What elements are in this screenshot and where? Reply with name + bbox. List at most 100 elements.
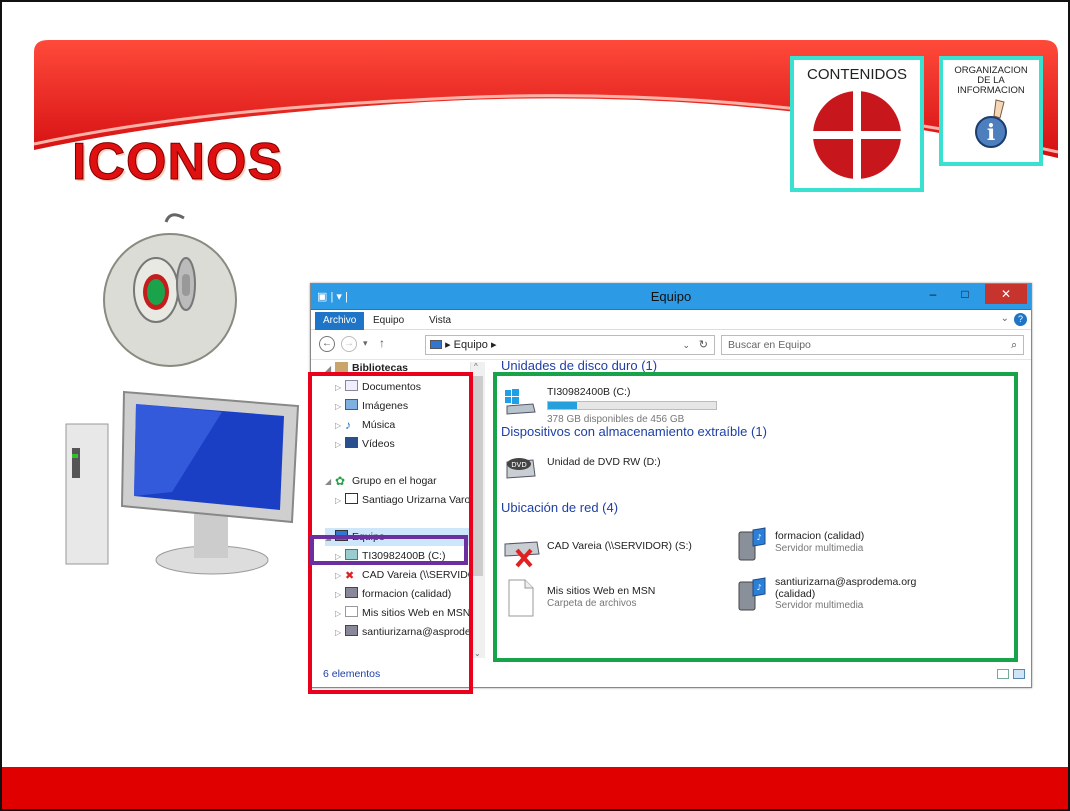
cross-circle-icon: [811, 89, 903, 181]
blank-folder-icon: [508, 579, 534, 617]
address-bar-row: ← → ▾ ↑ ▸ Equipo ▸ ⌄ ↻ Buscar en Equipo …: [311, 330, 1031, 360]
tree-item-santiurizarna[interactable]: ▷santiurizarna@asprodema: [335, 623, 471, 641]
tab-archivo[interactable]: Archivo: [315, 312, 365, 330]
tree-label: santiurizarna@asprodema: [362, 626, 471, 638]
mouse-icon: [103, 213, 237, 367]
mis-sitios-item[interactable]: Mis sitios Web en MSN Carpeta de archivo…: [503, 578, 723, 618]
drive-c-name: TI30982400B (C:): [547, 386, 631, 398]
maximize-button[interactable]: □: [951, 284, 979, 304]
drive-c-usage-bar: [547, 401, 717, 410]
organizacion-button[interactable]: ORGANIZACION DE LA INFORMACION i: [939, 56, 1043, 166]
close-button[interactable]: ✕: [985, 284, 1027, 304]
disconnected-drive-icon: [504, 541, 540, 568]
section-hard-drives[interactable]: Unidades de disco duro (1): [501, 358, 657, 373]
tree-label: formacion (calidad): [362, 588, 452, 600]
pictures-icon: [345, 399, 358, 410]
details-view-icon[interactable]: [997, 669, 1009, 679]
slide-title: ICONOS: [71, 133, 284, 192]
tree-item-grupo-hogar[interactable]: ◢ ✿ Grupo en el hogar: [325, 472, 437, 490]
tree-label: Música: [362, 419, 396, 431]
scroll-down-icon[interactable]: ⌄: [474, 649, 481, 658]
navigation-scrollbar[interactable]: ^ ⌄: [471, 362, 485, 658]
network-item-type: Servidor multimedia: [775, 600, 864, 611]
section-removable[interactable]: Dispositivos con almacenamiento extraíbl…: [501, 424, 767, 439]
tree-item-drive-c[interactable]: ▷ TI30982400B (C:): [335, 547, 445, 565]
dvd-item[interactable]: DVD Unidad de DVD RW (D:): [503, 450, 723, 484]
homegroup-icon: ✿: [335, 474, 346, 488]
up-button[interactable]: ↑: [379, 336, 385, 350]
navigation-pane: ◢ Bibliotecas ▷ Documentos ▷ Imágenes ▷ ♪ Mús…: [311, 362, 471, 658]
back-button[interactable]: ←: [319, 336, 335, 352]
tree-item-imagenes[interactable]: ▷ Imágenes: [335, 397, 408, 415]
tree-item-documentos[interactable]: ▷ Documentos: [335, 378, 421, 396]
dvd-drive-icon: DVD: [506, 458, 536, 479]
status-text: 6 elementos: [323, 668, 381, 680]
section-label: Ubicación de red (4): [501, 500, 619, 515]
tree-label: TI30982400B (C:): [362, 550, 446, 562]
scroll-up-icon[interactable]: ^: [474, 362, 478, 371]
ribbon-expand-icon[interactable]: ⌄: [1001, 313, 1009, 324]
svg-text:♪: ♪: [756, 533, 761, 542]
drive-icon: [345, 549, 358, 560]
network-item-name: CAD Vareia (\\SERVIDOR) (S:): [547, 540, 692, 552]
network-item-name: santiurizarna@asprodema.org: [775, 576, 917, 588]
forward-button[interactable]: →: [341, 336, 357, 352]
organizacion-label: ORGANIZACION DE LA INFORMACION: [954, 65, 1028, 96]
drive-c-usage-fill: [548, 402, 577, 409]
scrollbar-thumb[interactable]: [473, 376, 483, 576]
tree-item-bibliotecas[interactable]: ◢ Bibliotecas: [325, 362, 408, 377]
section-label: Dispositivos con almacenamiento extraíbl…: [501, 424, 767, 439]
music-icon: ♪: [345, 418, 351, 432]
cad-vareia-item[interactable]: CAD Vareia (\\SERVIDOR) (S:): [503, 530, 723, 568]
section-network[interactable]: Ubicación de red (4): [501, 500, 618, 515]
tree-label: Equipo: [352, 531, 385, 543]
address-input[interactable]: ▸ Equipo ▸ ⌄ ↻: [425, 335, 715, 355]
svg-text:DVD: DVD: [511, 461, 526, 469]
santiurizarna-item[interactable]: ♪ santiurizarna@asprodema.org (calidad) …: [735, 572, 971, 618]
address-dropdown-icon[interactable]: ⌄: [682, 336, 690, 354]
search-icon[interactable]: ⌕: [1011, 336, 1017, 354]
search-input[interactable]: Buscar en Equipo ⌕: [721, 335, 1024, 355]
help-icon[interactable]: ?: [1014, 313, 1027, 326]
user-icon: [345, 493, 358, 504]
recent-dropdown-icon[interactable]: ▾: [363, 338, 368, 349]
tree-item-santiago[interactable]: ▷ Santiago Urizarna Varo: [335, 491, 470, 509]
formacion-item[interactable]: ♪ formacion (calidad) Servidor multimedi…: [735, 526, 965, 564]
tree-item-mis-sitios[interactable]: ▷ Mis sitios Web en MSN: [335, 604, 470, 622]
tree-label: CAD Vareia (\\SERVIDOR: [362, 569, 470, 581]
tree-item-musica[interactable]: ▷ ♪ Música: [335, 416, 395, 434]
minimize-button[interactable]: –: [919, 284, 947, 304]
large-icons-view-icon[interactable]: [1013, 669, 1025, 679]
window-titlebar[interactable]: ▣ | ▾ | Equipo – □ ✕: [311, 284, 1031, 310]
contenidos-label: CONTENIDOS: [806, 66, 907, 83]
computer-small-icon: [430, 340, 442, 349]
footer-bar: [2, 767, 1068, 809]
tree-label: Mis sitios Web en MSN: [362, 607, 471, 619]
ribbon: Archivo Equipo Vista ⌄ ?: [311, 310, 1031, 330]
address-separator: ▸: [445, 339, 454, 351]
tab-equipo[interactable]: Equipo: [365, 312, 412, 330]
svg-text:i: i: [987, 120, 995, 146]
computer-small-icon: [335, 530, 348, 541]
content-pane: Unidades de disco duro (1) TI30982400B (…: [487, 358, 1031, 658]
tree-label: Vídeos: [362, 438, 395, 450]
network-item-type: Servidor multimedia: [775, 543, 864, 554]
contenidos-button[interactable]: CONTENIDOS: [790, 56, 924, 192]
libraries-icon: [335, 362, 348, 372]
media-server-icon: [345, 587, 358, 598]
tree-label: Bibliotecas: [352, 362, 409, 374]
windows-drive-icon: [505, 389, 536, 415]
tree-item-formacion[interactable]: ▷ formacion (calidad): [335, 585, 451, 603]
media-server-icon: ♪: [738, 577, 766, 611]
tab-vista[interactable]: Vista: [421, 312, 459, 330]
tree-item-equipo[interactable]: ◢ Equipo: [325, 528, 469, 546]
refresh-icon[interactable]: ↻: [699, 336, 708, 354]
tree-item-cad-vareia[interactable]: ▷✖CAD Vareia (\\SERVIDOR: [335, 566, 470, 584]
dvd-name: Unidad de DVD RW (D:): [547, 456, 661, 468]
explorer-window: ▣ | ▾ | Equipo – □ ✕ Archivo Equipo Vist…: [310, 283, 1032, 688]
network-item-name: Mis sitios Web en MSN: [547, 585, 656, 597]
svg-text:♪: ♪: [756, 583, 761, 592]
tree-item-videos[interactable]: ▷ Vídeos: [335, 435, 395, 453]
tree-label: Grupo en el hogar: [352, 475, 437, 487]
network-item-name: formacion (calidad): [775, 530, 865, 542]
